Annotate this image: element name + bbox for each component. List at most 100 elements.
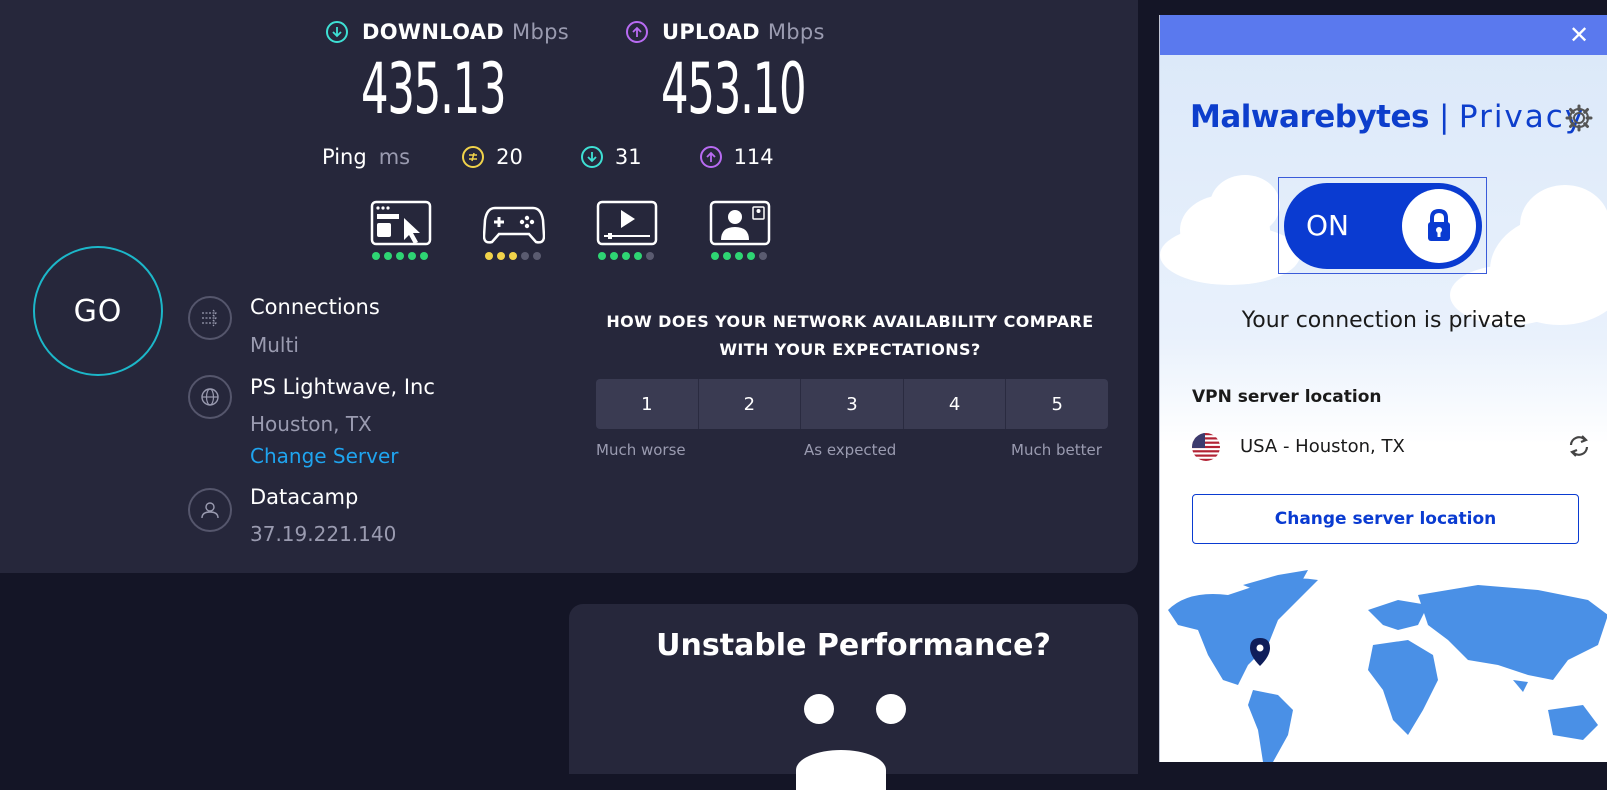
refresh-icon[interactable] xyxy=(1566,433,1592,459)
go-button[interactable]: GO xyxy=(33,246,163,376)
toggle-label: ON xyxy=(1306,209,1349,242)
isp-name: Datacamp xyxy=(250,485,359,509)
ping-idle: 20 xyxy=(462,145,523,169)
close-icon[interactable]: ✕ xyxy=(1568,23,1590,47)
ping-unit: ms xyxy=(378,145,411,169)
rating-option-3[interactable]: 3 xyxy=(801,379,904,429)
cloud xyxy=(1520,185,1607,265)
rating-dot xyxy=(408,252,416,260)
ping-idle-value: 20 xyxy=(496,145,523,169)
rating-option-2[interactable]: 2 xyxy=(698,379,802,429)
us-flag-icon xyxy=(1192,433,1220,461)
web-browsing-rating[interactable] xyxy=(370,200,483,260)
vpn-logo: Malwarebytes | Privacy xyxy=(1190,99,1585,135)
sad-face-eye-right xyxy=(876,694,906,724)
lock-icon xyxy=(1402,189,1476,263)
upload-header: UPLOAD Mbps xyxy=(626,20,825,44)
rating-dot xyxy=(610,252,618,260)
gear-icon[interactable] xyxy=(1564,103,1594,133)
brand-name: Malwarebytes xyxy=(1190,99,1429,135)
connections-value: Multi xyxy=(250,333,299,357)
change-server-link[interactable]: Change Server xyxy=(250,444,399,468)
rating-dot xyxy=(759,252,767,260)
upload-label: UPLOAD xyxy=(662,20,760,44)
connections-title: Connections xyxy=(250,295,380,319)
ping-download: 31 xyxy=(580,145,642,169)
ping-upload-value: 114 xyxy=(733,145,774,169)
vpn-status: Your connection is private xyxy=(1241,308,1527,333)
vpn-titlebar xyxy=(1160,15,1607,55)
rating-option-5[interactable]: 5 xyxy=(1006,379,1108,429)
vpn-window: ✕ Malwarebytes | Privacy ON Your connectio… xyxy=(1159,15,1607,762)
ping-row: Ping ms 20 31 114 xyxy=(322,145,832,169)
rating-dot xyxy=(735,252,743,260)
rating-dot xyxy=(634,252,642,260)
user-icon xyxy=(188,488,232,532)
upload-arrow-icon xyxy=(626,21,648,43)
ping-download-value: 31 xyxy=(614,145,642,169)
rating-option-1[interactable]: 1 xyxy=(596,379,699,429)
survey-question: HOW DOES YOUR NETWORK AVAILABILITY COMPA… xyxy=(606,312,1094,359)
download-header: DOWNLOAD Mbps xyxy=(326,20,569,44)
gaming-icon xyxy=(483,206,545,244)
upload-arrow-icon xyxy=(699,146,722,168)
change-location-button[interactable]: Change server location xyxy=(1192,494,1579,544)
rating-dot xyxy=(497,252,505,260)
rating-dots xyxy=(372,252,432,260)
rating-dots xyxy=(711,252,771,260)
rating-dot xyxy=(372,252,380,260)
rating-dots xyxy=(485,252,545,260)
rating-dot xyxy=(384,252,392,260)
rating-dot xyxy=(622,252,630,260)
logo-separator: | xyxy=(1438,99,1449,135)
rating-dot xyxy=(509,252,517,260)
web-browsing-icon xyxy=(370,200,432,246)
rating-dot xyxy=(723,252,731,260)
ping-label: Ping xyxy=(322,145,367,169)
vpn-location-value: USA - Houston, TX xyxy=(1240,436,1405,457)
scale-high-label: Much better xyxy=(1011,441,1102,459)
video-call-rating[interactable] xyxy=(709,200,822,260)
vpn-location-label: VPN server location xyxy=(1192,387,1382,407)
app-ratings xyxy=(370,200,822,260)
rating-dots xyxy=(598,252,658,260)
survey-rating-scale: 1 2 3 4 5 xyxy=(596,379,1108,429)
world-map xyxy=(1168,570,1607,762)
connections-icon xyxy=(188,296,232,340)
rating-dot xyxy=(711,252,719,260)
rating-dot xyxy=(747,252,755,260)
download-label: DOWNLOAD xyxy=(362,20,505,44)
rating-option-4[interactable]: 4 xyxy=(903,379,1007,429)
rating-dot xyxy=(396,252,404,260)
rating-dot xyxy=(598,252,606,260)
ping-upload: 114 xyxy=(699,145,774,169)
server-location: Houston, TX xyxy=(250,412,372,436)
rating-dot xyxy=(420,252,428,260)
rating-dot xyxy=(485,252,493,260)
promo-title: Unstable Performance? xyxy=(656,628,1051,663)
download-arrow-icon xyxy=(326,21,348,43)
streaming-icon xyxy=(596,200,658,246)
globe-icon xyxy=(188,375,232,419)
gaming-rating[interactable] xyxy=(483,200,596,260)
isp-ip: 37.19.221.140 xyxy=(250,522,397,546)
rating-dot xyxy=(521,252,529,260)
sad-face-mouth xyxy=(796,750,886,790)
streaming-rating[interactable] xyxy=(596,200,709,260)
map-pin-icon xyxy=(1250,638,1270,666)
upload-speed-value: 453.10 xyxy=(661,48,807,130)
download-speed-value: 435.13 xyxy=(361,48,507,130)
download-arrow-icon xyxy=(580,146,603,168)
vpn-toggle[interactable]: ON xyxy=(1284,183,1482,269)
rating-dot xyxy=(533,252,541,260)
jitter-icon xyxy=(462,146,485,168)
sad-face-eye-left xyxy=(804,694,834,724)
server-name: PS Lightwave, Inc xyxy=(250,375,435,399)
video-call-icon xyxy=(709,200,771,246)
results-panel xyxy=(0,0,1138,573)
upload-unit: Mbps xyxy=(767,20,825,44)
scale-low-label: Much worse xyxy=(596,441,686,459)
download-unit: Mbps xyxy=(512,20,569,44)
scale-mid-label: As expected xyxy=(804,441,897,459)
rating-dot xyxy=(646,252,654,260)
